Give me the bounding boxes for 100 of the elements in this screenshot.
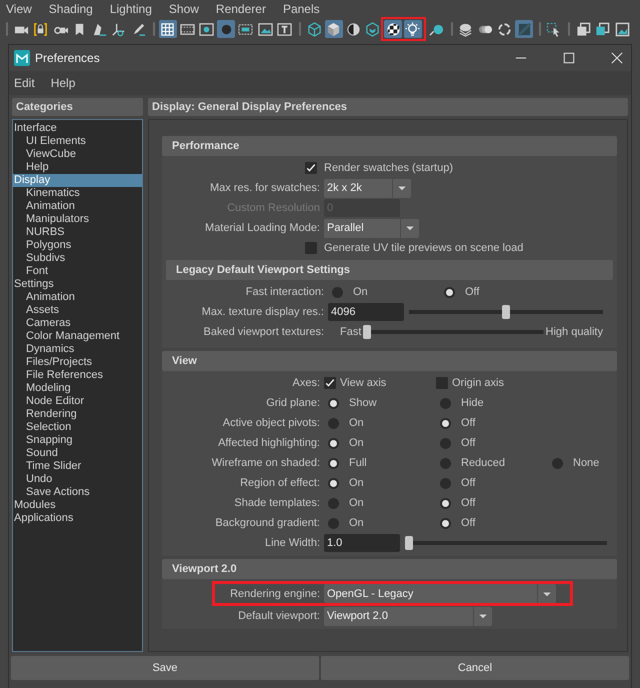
checkbox[interactable] xyxy=(436,377,448,389)
field-label: Max. texture display res.: xyxy=(202,306,324,318)
dropdown[interactable]: Parallel xyxy=(324,218,419,238)
dialog-button[interactable]: Cancel xyxy=(321,656,629,680)
radio-button[interactable] xyxy=(440,458,451,468)
light-bulb-icon[interactable] xyxy=(404,20,422,38)
category-item[interactable]: Cameras xyxy=(13,317,142,330)
category-item[interactable]: Subdivs xyxy=(13,252,142,265)
radio-label: Off xyxy=(461,477,476,489)
radio-label: On xyxy=(353,286,368,298)
radio-button[interactable] xyxy=(440,478,451,488)
slider-thumb[interactable] xyxy=(502,305,510,319)
radio-button[interactable] xyxy=(328,478,339,488)
category-item[interactable]: UI Elements xyxy=(13,135,142,148)
category-item[interactable]: ViewCube xyxy=(13,148,142,161)
category-item[interactable]: Kinematics xyxy=(13,187,142,200)
close-icon[interactable] xyxy=(611,52,623,64)
category-item[interactable]: Manipulators xyxy=(13,213,142,226)
category-item[interactable]: Interface xyxy=(13,122,142,135)
dialog-button[interactable]: Save xyxy=(11,656,319,680)
section-header[interactable]: Viewport 2.0 xyxy=(162,559,617,579)
radio-button[interactable] xyxy=(328,438,339,448)
field-label: Shade templates: xyxy=(234,497,320,509)
shaded-cube-icon[interactable] xyxy=(324,20,342,38)
radio-button[interactable] xyxy=(328,418,339,428)
category-item[interactable]: Files/Projects xyxy=(13,356,142,369)
category-item[interactable]: File References xyxy=(13,369,142,382)
window-title: Preferences xyxy=(35,51,100,65)
radio-button[interactable] xyxy=(444,286,455,298)
menu-item[interactable]: Panels xyxy=(282,2,320,16)
category-item[interactable]: Undo xyxy=(13,473,142,486)
radio-button[interactable] xyxy=(328,458,339,468)
category-item[interactable]: Modules xyxy=(13,499,142,512)
checkbox[interactable] xyxy=(305,162,317,174)
checker-icon[interactable] xyxy=(384,20,402,38)
radio-button[interactable] xyxy=(552,458,563,468)
radio-button[interactable] xyxy=(332,286,343,298)
dropdown[interactable]: Viewport 2.0 xyxy=(324,606,492,626)
radio-button[interactable] xyxy=(328,398,339,408)
category-item[interactable]: Animation xyxy=(13,291,142,304)
nested-square-icon[interactable] xyxy=(594,20,612,38)
menu-item[interactable]: Help xyxy=(50,76,76,90)
field-label: Line Width: xyxy=(264,537,320,549)
category-item[interactable]: Dynamics xyxy=(13,343,142,356)
radio-button[interactable] xyxy=(328,498,339,508)
menu-item[interactable]: Lighting xyxy=(110,2,152,16)
category-item[interactable]: Rendering xyxy=(13,408,142,421)
radio-button[interactable] xyxy=(440,518,451,528)
radio-button[interactable] xyxy=(440,418,451,428)
category-item[interactable]: Node Editor xyxy=(13,395,142,408)
dropdown[interactable]: OpenGL - Legacy xyxy=(324,584,556,603)
slider-max-label: High quality xyxy=(546,326,603,338)
category-item[interactable]: Time Slider xyxy=(13,460,142,473)
grid-icon[interactable] xyxy=(158,20,176,38)
radio-label: On xyxy=(349,437,364,449)
category-item[interactable]: Animation xyxy=(13,200,142,213)
category-item[interactable]: Save Actions xyxy=(13,486,142,499)
menu-item[interactable]: Edit xyxy=(14,76,35,90)
image-icon[interactable] xyxy=(613,20,631,38)
field-label: Material Loading Mode: xyxy=(205,222,320,234)
category-item[interactable]: NURBS xyxy=(13,226,142,239)
input-field[interactable]: 4096 xyxy=(328,303,404,321)
field-label: Active object pivots: xyxy=(222,417,320,429)
slider-thumb[interactable] xyxy=(363,325,372,339)
radio-button[interactable] xyxy=(440,498,451,508)
radio-label: Full xyxy=(349,457,367,469)
category-item[interactable]: Color Management xyxy=(13,330,142,343)
menu-item[interactable]: Shading xyxy=(48,2,93,16)
field-label: Default viewport: xyxy=(238,610,320,622)
maximize-icon[interactable] xyxy=(563,52,575,64)
category-item[interactable]: Snapping xyxy=(13,434,142,447)
radio-button[interactable] xyxy=(440,398,451,408)
category-item[interactable]: Modeling xyxy=(13,382,142,395)
category-item[interactable]: Help xyxy=(13,161,142,174)
category-item[interactable]: Display xyxy=(13,174,142,187)
radio-button[interactable] xyxy=(440,438,451,448)
section-header[interactable]: Performance xyxy=(162,136,617,156)
section-header[interactable]: View xyxy=(162,351,617,371)
checkbox[interactable] xyxy=(305,242,317,254)
menu-item[interactable]: Show xyxy=(168,2,199,16)
checkbox-label: View axis xyxy=(340,377,386,389)
category-item[interactable]: Applications xyxy=(13,512,142,525)
menu-item[interactable]: View xyxy=(6,2,32,16)
menu-item[interactable]: Renderer xyxy=(216,2,266,16)
input-field[interactable]: 1.0 xyxy=(324,534,400,552)
checkbox[interactable] xyxy=(324,377,336,389)
category-item[interactable]: Sound xyxy=(13,447,142,460)
radio-label: None xyxy=(573,457,600,469)
radio-label: Off xyxy=(461,417,476,429)
category-item[interactable]: Settings xyxy=(13,278,142,291)
category-item[interactable]: Assets xyxy=(13,304,142,317)
radio-button[interactable] xyxy=(328,518,339,528)
dropdown[interactable]: 2k x 2k xyxy=(324,178,411,198)
slider-thumb[interactable] xyxy=(405,536,413,550)
category-item[interactable]: Font xyxy=(13,265,142,278)
locked-camera-icon[interactable] xyxy=(32,20,50,38)
section-header[interactable]: Legacy Default Viewport Settings xyxy=(166,260,613,280)
category-item[interactable]: Polygons xyxy=(13,239,142,252)
category-item[interactable]: Selection xyxy=(13,421,142,434)
app-logo-icon xyxy=(14,50,30,66)
